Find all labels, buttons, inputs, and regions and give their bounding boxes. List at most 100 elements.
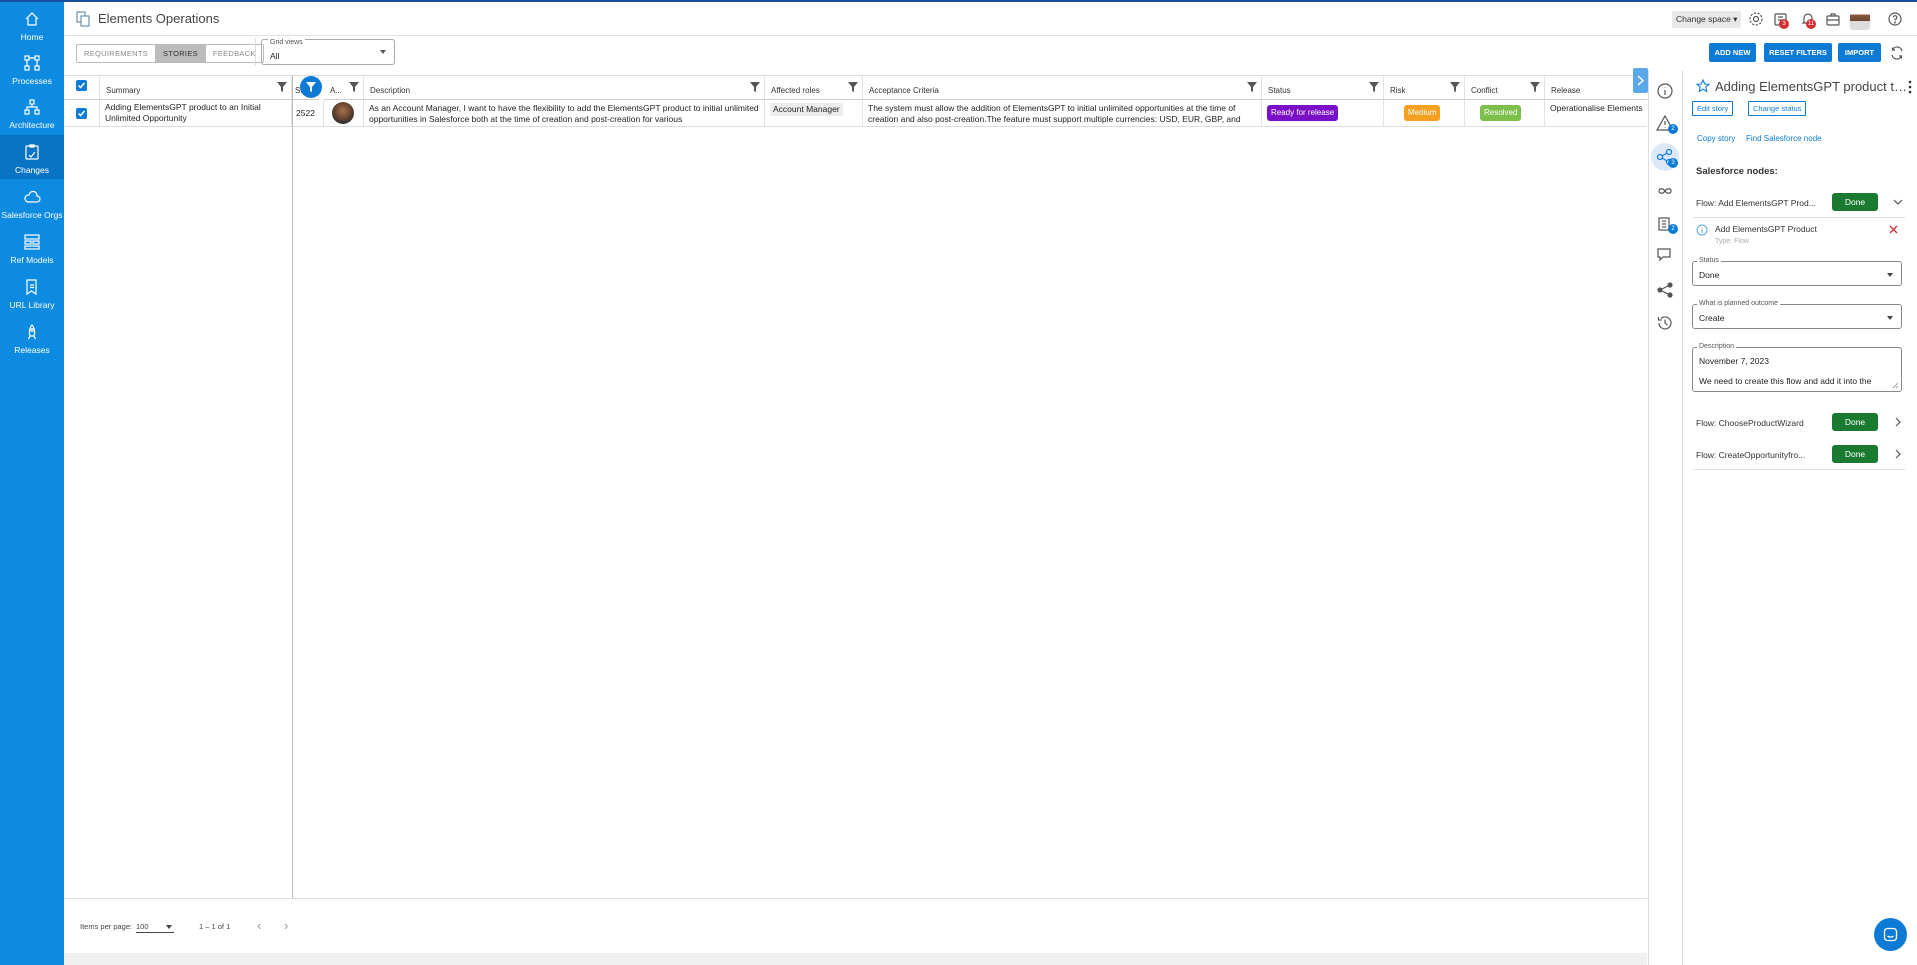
select-all-header bbox=[64, 76, 100, 100]
import-button[interactable]: IMPORT bbox=[1838, 43, 1881, 62]
briefcase-icon[interactable] bbox=[1825, 11, 1841, 27]
sidebar-item-label: Releases bbox=[14, 345, 50, 355]
items-per-page-select[interactable]: 100 bbox=[136, 919, 174, 933]
risk-cell[interactable]: Medium bbox=[1384, 100, 1465, 127]
sidebar-item-processes[interactable]: Processes bbox=[0, 46, 64, 90]
collapse-panel-button[interactable] bbox=[1633, 68, 1648, 93]
sidebar-item-home[interactable]: Home bbox=[0, 2, 64, 46]
filter-icon[interactable] bbox=[750, 82, 760, 92]
node-status-badge[interactable]: Done bbox=[1832, 445, 1878, 463]
sidebar-item-changes[interactable]: Changes bbox=[0, 135, 64, 179]
chevron-down-icon[interactable] bbox=[1893, 197, 1903, 207]
chevron-right-icon[interactable] bbox=[1893, 417, 1903, 427]
risk-badge: Medium bbox=[1404, 105, 1441, 121]
column-header-status[interactable]: Status bbox=[1262, 76, 1384, 100]
planned-outcome-label: What is planned outcome bbox=[1697, 300, 1780, 307]
tab-requirements[interactable]: REQUIREMENTS bbox=[77, 45, 155, 62]
find-salesforce-node-link[interactable]: Find Salesforce node bbox=[1746, 134, 1822, 143]
filter-icon[interactable] bbox=[1247, 82, 1257, 92]
column-header-label: Description bbox=[370, 86, 411, 95]
description-cell[interactable]: As an Account Manager, I want to have th… bbox=[364, 100, 765, 127]
add-new-button[interactable]: ADD NEW bbox=[1709, 43, 1756, 62]
column-header-description[interactable]: Description bbox=[364, 76, 765, 100]
filter-icon[interactable] bbox=[1369, 82, 1379, 92]
node-detail-type: Type: Flow bbox=[1715, 238, 1749, 245]
reset-filters-button[interactable]: RESET FILTERS bbox=[1764, 43, 1832, 62]
sidebar-item-url-library[interactable]: URL Library bbox=[0, 270, 64, 314]
column-header-release[interactable]: Release bbox=[1545, 76, 1647, 100]
salesforce-node-item[interactable]: Flow: Add ElementsGPT Prod... Done bbox=[1693, 190, 1905, 218]
close-icon[interactable] bbox=[1889, 225, 1898, 234]
settings-gear-icon[interactable] bbox=[1748, 11, 1764, 27]
node-status-badge[interactable]: Done bbox=[1832, 193, 1878, 211]
sidebar-item-ref-models[interactable]: Ref Models bbox=[0, 225, 64, 269]
info-icon[interactable] bbox=[1656, 82, 1674, 100]
node-status-badge[interactable]: Done bbox=[1832, 413, 1878, 431]
conflict-badge: Resolved bbox=[1480, 105, 1522, 121]
filter-icon[interactable] bbox=[277, 82, 287, 92]
change-space-button[interactable]: Change space ▾ bbox=[1672, 11, 1742, 28]
checkmark-icon bbox=[77, 82, 86, 89]
star-icon[interactable] bbox=[1696, 79, 1710, 93]
items-per-page-label: Items per page: bbox=[80, 922, 133, 931]
share-icon[interactable] bbox=[1656, 281, 1674, 299]
help-icon[interactable] bbox=[1887, 11, 1903, 27]
column-header-summary[interactable]: Summary bbox=[100, 76, 292, 100]
column-header-risk[interactable]: Risk bbox=[1384, 76, 1465, 100]
release-cell[interactable]: Operationalise Elements bbox=[1545, 100, 1647, 127]
column-header-assignee[interactable]: A... bbox=[324, 76, 364, 100]
salesforce-node-item[interactable]: Flow: CreateOpportunityfro... Done bbox=[1693, 442, 1905, 470]
column-header-acceptance-criteria[interactable]: Acceptance Criteria bbox=[863, 76, 1262, 100]
sidebar-item-salesforce-orgs[interactable]: Salesforce Orgs bbox=[0, 180, 64, 224]
summary-cell[interactable]: Adding ElementsGPT product to an Initial… bbox=[100, 100, 292, 127]
filter-icon[interactable] bbox=[349, 82, 359, 92]
status-select[interactable]: Status Done bbox=[1692, 257, 1902, 286]
select-all-checkbox[interactable] bbox=[76, 80, 87, 91]
copy-story-link[interactable]: Copy story bbox=[1697, 134, 1735, 143]
sidebar-item-label: Processes bbox=[12, 76, 52, 86]
infinity-icon[interactable] bbox=[1656, 182, 1674, 200]
salesforce-node-item[interactable]: Flow: ChooseProductWizard Done bbox=[1693, 410, 1905, 438]
chevron-right-icon[interactable] bbox=[1893, 449, 1903, 459]
grid-pagination: Items per page: 100 1 – 1 of 1 ‹ › bbox=[64, 898, 1647, 953]
sidebar-item-releases[interactable]: Releases bbox=[0, 315, 64, 359]
edit-story-button[interactable]: Edit story bbox=[1692, 101, 1734, 116]
sidebar-item-label: URL Library bbox=[9, 300, 55, 310]
active-filter-button[interactable] bbox=[300, 76, 322, 98]
comments-icon[interactable] bbox=[1656, 246, 1674, 264]
planned-outcome-select[interactable]: What is planned outcome Create bbox=[1692, 300, 1902, 329]
view-tabs: REQUIREMENTS STORIES FEEDBACK bbox=[76, 44, 264, 63]
history-icon[interactable] bbox=[1656, 314, 1674, 332]
notification-badge: 3 bbox=[1779, 19, 1789, 29]
frozen-column-divider bbox=[292, 76, 293, 899]
refresh-icon[interactable] bbox=[1890, 46, 1904, 60]
filter-icon[interactable] bbox=[1530, 82, 1540, 92]
column-header-affected-roles[interactable]: Affected roles bbox=[765, 76, 863, 100]
status-badge: Ready for release bbox=[1267, 105, 1339, 121]
status-cell[interactable]: Ready for release bbox=[1262, 100, 1384, 127]
more-options-icon[interactable] bbox=[1907, 80, 1913, 94]
story-id-cell[interactable]: 2522 bbox=[293, 100, 324, 127]
filter-icon[interactable] bbox=[848, 82, 858, 92]
affected-roles-cell[interactable]: Account Manager bbox=[765, 100, 863, 127]
column-header-label: Conflict bbox=[1471, 86, 1498, 95]
row-checkbox[interactable] bbox=[76, 108, 87, 119]
chat-support-button[interactable] bbox=[1874, 918, 1907, 951]
next-page-icon[interactable]: › bbox=[284, 918, 288, 933]
acceptance-criteria-cell[interactable]: The system must allow the addition of El… bbox=[863, 100, 1262, 127]
resize-handle-icon[interactable] bbox=[1892, 382, 1899, 389]
description-textarea[interactable]: Description November 7, 2023 We need to … bbox=[1692, 343, 1902, 392]
stories-grid: Summary St A... Description Affected rol… bbox=[64, 75, 1647, 899]
horizontal-scrollbar[interactable] bbox=[64, 953, 1647, 965]
sidebar-item-architecture[interactable]: Architecture bbox=[0, 90, 64, 134]
previous-page-icon[interactable]: ‹ bbox=[257, 918, 261, 933]
user-avatar[interactable] bbox=[1850, 8, 1870, 30]
grid-views-select[interactable]: Grid views All bbox=[261, 39, 395, 65]
column-header-conflict[interactable]: Conflict bbox=[1465, 76, 1545, 100]
change-status-button[interactable]: Change status bbox=[1748, 101, 1807, 116]
conflict-cell[interactable]: Resolved bbox=[1465, 100, 1545, 127]
filter-icon[interactable] bbox=[1450, 82, 1460, 92]
sidebar-item-label: Salesforce Orgs bbox=[1, 210, 63, 220]
assignee-cell[interactable] bbox=[324, 100, 364, 127]
tab-stories[interactable]: STORIES bbox=[155, 45, 205, 62]
